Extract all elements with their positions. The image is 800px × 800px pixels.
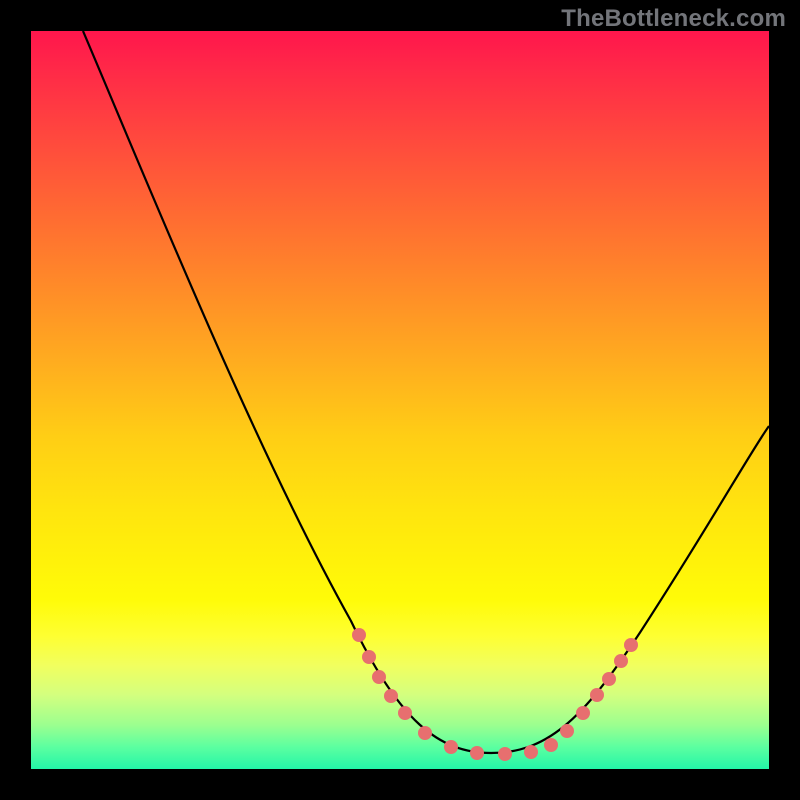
data-point — [418, 726, 432, 740]
data-point — [524, 745, 538, 759]
data-point — [602, 672, 616, 686]
chart-frame: TheBottleneck.com — [0, 0, 800, 800]
plot-area — [31, 31, 769, 769]
data-point — [624, 638, 638, 652]
data-point — [470, 746, 484, 760]
data-point — [560, 724, 574, 738]
data-point — [384, 689, 398, 703]
curve-layer — [31, 31, 769, 769]
data-point — [544, 738, 558, 752]
data-point — [590, 688, 604, 702]
data-point — [372, 670, 386, 684]
data-point — [362, 650, 376, 664]
data-point — [398, 706, 412, 720]
data-point — [576, 706, 590, 720]
data-point — [498, 747, 512, 761]
watermark-text: TheBottleneck.com — [561, 5, 786, 33]
data-point — [614, 654, 628, 668]
bottleneck-curve — [83, 31, 769, 753]
data-point — [352, 628, 366, 642]
data-point — [444, 740, 458, 754]
